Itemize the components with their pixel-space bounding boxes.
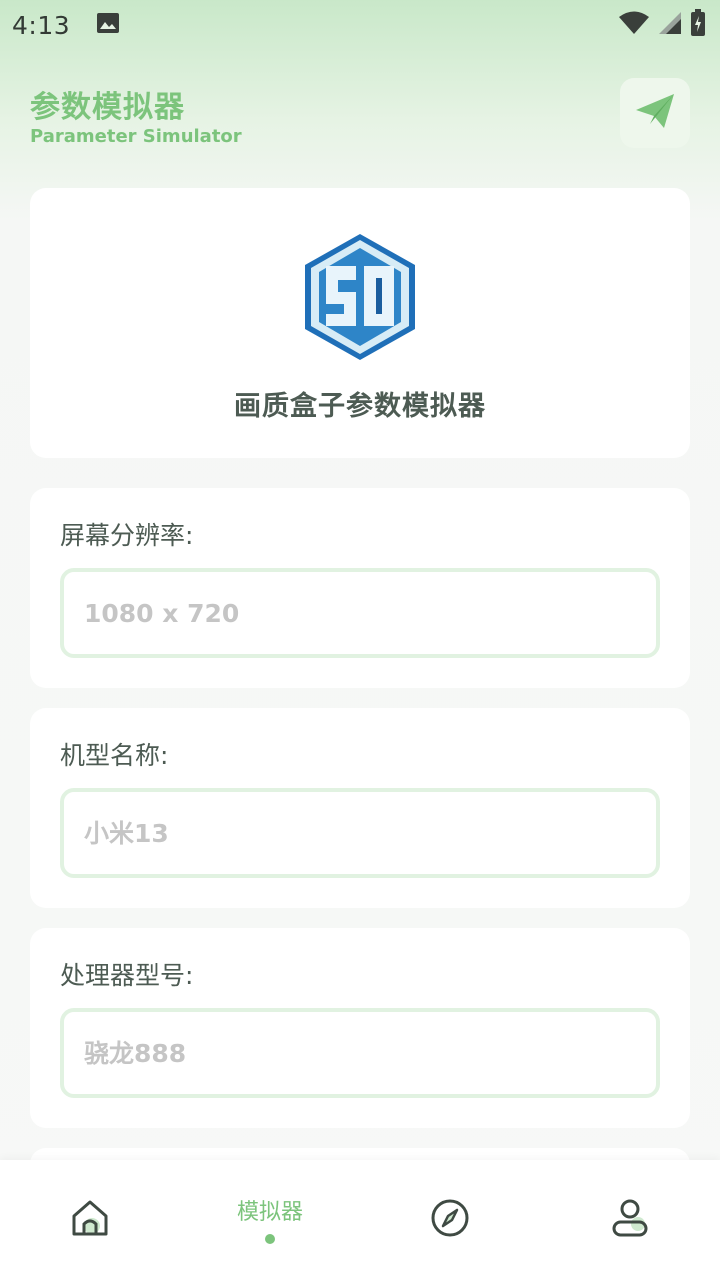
resolution-label: 屏幕分辨率:: [60, 521, 194, 550]
status-time: 4:13: [12, 10, 71, 40]
bottom-nav: 模拟器: [0, 1160, 720, 1280]
send-button[interactable]: [620, 78, 690, 148]
signal-icon: [658, 11, 682, 39]
header: 参数模拟器 Parameter Simulator: [0, 62, 720, 162]
processor-card: 处理器型号:: [30, 928, 690, 1128]
page-title: 参数模拟器: [30, 90, 185, 125]
resolution-input[interactable]: [60, 568, 660, 658]
model-name-input[interactable]: [60, 788, 660, 878]
nav-discover[interactable]: [360, 1160, 540, 1280]
model-name-card: 机型名称:: [30, 708, 690, 908]
sd-hexagon-logo: [302, 232, 418, 366]
home-icon: [70, 1198, 110, 1242]
nav-simulator-label: 模拟器: [236, 1200, 303, 1225]
status-bar: 4:13: [0, 0, 720, 50]
nav-simulator[interactable]: 模拟器: [180, 1160, 360, 1280]
page-subtitle: Parameter Simulator: [30, 126, 242, 147]
battery-icon: [690, 9, 706, 41]
image-notification-icon: [96, 11, 120, 39]
model-name-label: 机型名称:: [60, 741, 169, 770]
profile-icon: [610, 1198, 650, 1242]
logo-caption: 画质盒子参数模拟器: [234, 391, 486, 422]
paper-plane-icon: [634, 90, 676, 136]
resolution-card: 屏幕分辨率:: [30, 488, 690, 688]
status-left: 4:13: [12, 11, 120, 40]
processor-input[interactable]: [60, 1008, 660, 1098]
nav-home[interactable]: [0, 1160, 180, 1280]
compass-icon: [430, 1198, 470, 1242]
wifi-icon: [618, 10, 650, 40]
nav-profile[interactable]: [540, 1160, 720, 1280]
logo-card: 画质盒子参数模拟器: [30, 188, 690, 458]
processor-label: 处理器型号:: [60, 961, 194, 990]
nav-active-dot: [265, 1234, 275, 1244]
status-right: [618, 9, 706, 41]
